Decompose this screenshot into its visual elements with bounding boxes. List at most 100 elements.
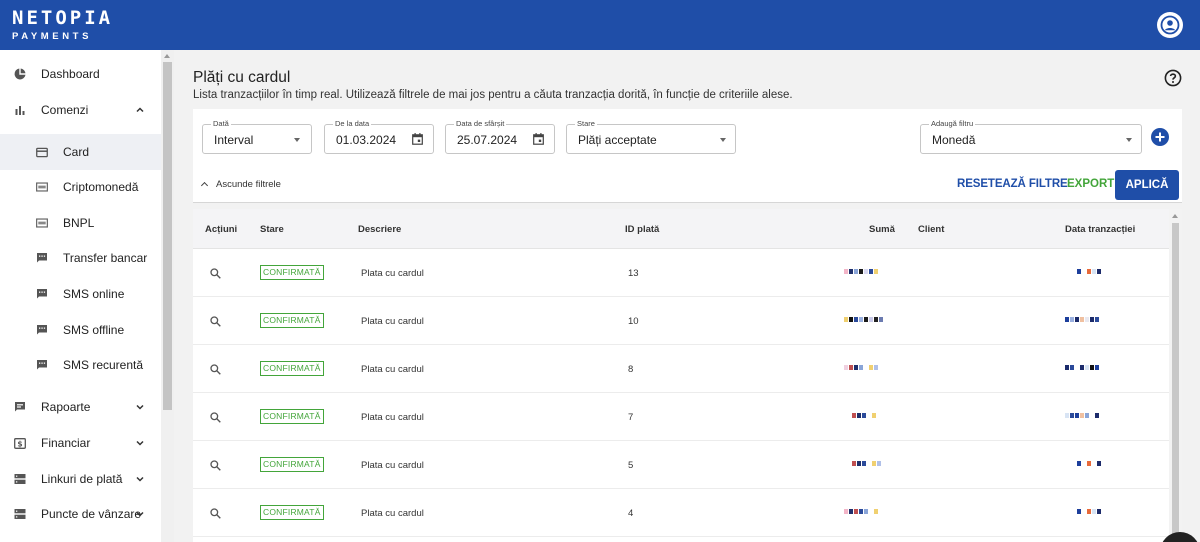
col-actions[interactable]: Acțiuni (205, 224, 237, 235)
calendar-icon[interactable] (412, 133, 423, 145)
sidebar-item-label: Criptomonedă (63, 180, 139, 194)
payment-id-cell: 10 (628, 316, 639, 327)
dropdown-arrow-icon (294, 138, 300, 142)
sidebar-item-transfer-bancar[interactable]: Transfer bancar (0, 240, 161, 276)
table-row[interactable]: CONFIRMATĂ Plata cu cardul 8 (193, 345, 1169, 393)
page-subtitle: Lista tranzacțiilor în timp real. Utiliz… (193, 89, 793, 101)
table-scroll-up-icon[interactable] (1172, 214, 1178, 218)
sidebar-item-dashboard[interactable]: Dashboard (0, 56, 161, 92)
transactions-table: Acțiuni Stare Descriere ID plată Sumă Cl… (193, 209, 1182, 542)
description-cell: Plata cu cardul (361, 268, 424, 279)
sidebar-item-label: Linkuri de plată (41, 472, 123, 486)
sidebar-item-criptomoneda[interactable]: Criptomonedă (0, 169, 161, 205)
sidebar-item-label: Financiar (41, 436, 91, 450)
sidebar-item-card[interactable]: Card (0, 134, 161, 170)
crypto-icon (36, 181, 48, 193)
sidebar-item-comenzi[interactable]: Comenzi (0, 92, 161, 128)
hide-filters-toggle[interactable]: Ascunde filtrele (200, 179, 281, 190)
export-button[interactable]: EXPORT (1067, 178, 1114, 190)
sidebar: Dashboard Comenzi Card Criptomonedă BNPL… (0, 50, 161, 542)
bnpl-icon (36, 217, 48, 229)
sidebar-item-label: BNPL (63, 216, 95, 230)
col-status[interactable]: Stare (260, 224, 284, 235)
date-redacted (1077, 269, 1101, 275)
sidebar-item-label: Puncte de vânzare (41, 507, 142, 521)
search-icon[interactable] (210, 268, 221, 279)
add-filter-select[interactable]: Adaugă filtru Monedă (920, 119, 1142, 154)
chevron-down-icon (136, 476, 144, 482)
account-button[interactable] (1157, 12, 1183, 38)
table-row[interactable]: CONFIRMATĂ Plata cu cardul 5 (193, 441, 1169, 489)
amount-redacted (844, 269, 878, 275)
sidebar-scroll-thumb[interactable] (163, 62, 172, 410)
plus-icon (1155, 132, 1165, 142)
col-amount[interactable]: Sumă (869, 224, 895, 235)
sidebar-item-sms-online[interactable]: SMS online (0, 276, 161, 312)
start-date-field[interactable]: De la data 01.03.2024 (324, 119, 434, 154)
table-row[interactable]: CONFIRMATĂ Plata cu cardul 13 (193, 249, 1169, 297)
end-date-label: Data de sfârșit (454, 119, 507, 129)
search-icon[interactable] (210, 508, 221, 519)
search-icon[interactable] (210, 364, 221, 375)
date-redacted (1065, 317, 1099, 323)
sidebar-item-rapoarte[interactable]: Rapoarte (0, 389, 161, 425)
message-icon (36, 252, 48, 264)
amount-redacted (844, 365, 878, 371)
logo-line1: NETOPIA (12, 7, 114, 29)
sidebar-item-label: SMS online (63, 287, 125, 301)
status-label: Stare (575, 119, 597, 129)
payment-id-cell: 5 (628, 460, 634, 471)
description-cell: Plata cu cardul (361, 460, 424, 471)
bar-chart-icon (14, 104, 26, 116)
sidebar-item-label: SMS offline (63, 323, 125, 337)
netopia-logo[interactable]: NETOPIA PAYMENTS (12, 8, 113, 42)
description-cell: Plata cu cardul (361, 412, 424, 423)
help-icon[interactable] (1164, 69, 1182, 87)
message-icon (36, 324, 48, 336)
reset-filters-button[interactable]: RESETEAZĂ FILTRE (957, 178, 1068, 190)
table-row[interactable]: CONFIRMATĂ Plata cu cardul 7 (193, 393, 1169, 441)
chevron-down-icon (136, 511, 144, 517)
col-description[interactable]: Descriere (358, 224, 401, 235)
search-icon[interactable] (210, 460, 221, 471)
sidebar-item-sms-offline[interactable]: SMS offline (0, 312, 161, 348)
add-filter-button[interactable] (1151, 128, 1169, 146)
sidebar-item-financiar[interactable]: $ Financiar (0, 425, 161, 461)
date-type-select[interactable]: Dată Interval (202, 119, 312, 154)
status-select[interactable]: Stare Plăți acceptate (566, 119, 736, 154)
sidebar-item-linkuri-de-plata[interactable]: Linkuri de plată (0, 461, 161, 497)
table-scroll-thumb[interactable] (1172, 223, 1179, 542)
sidebar-scroll-up-icon[interactable] (164, 54, 170, 58)
chevron-down-icon (136, 440, 144, 446)
table-header: Acțiuni Stare Descriere ID plată Sumă Cl… (193, 209, 1169, 249)
col-payment-id[interactable]: ID plată (625, 224, 659, 235)
date-type-label: Dată (211, 119, 231, 129)
add-filter-value: Monedă (932, 133, 976, 147)
date-redacted (1065, 413, 1099, 419)
amount-redacted (852, 413, 876, 419)
apply-label: APLICĂ (1125, 179, 1169, 191)
sidebar-item-sms-recurenta[interactable]: SMS recurentă (0, 347, 161, 383)
sidebar-item-puncte-de-vanzare[interactable]: Puncte de vânzare (0, 496, 161, 532)
dropdown-arrow-icon (720, 138, 726, 142)
end-date-value: 25.07.2024 (457, 133, 518, 147)
col-client[interactable]: Client (918, 224, 944, 235)
sidebar-item-bnpl[interactable]: BNPL (0, 205, 161, 241)
apply-button[interactable]: APLICĂ (1115, 170, 1179, 200)
amount-redacted (844, 317, 883, 323)
end-date-field[interactable]: Data de sfârșit 25.07.2024 (445, 119, 555, 154)
date-redacted (1065, 365, 1099, 371)
payment-id-cell: 13 (628, 268, 639, 279)
search-icon[interactable] (210, 316, 221, 327)
table-row[interactable]: CONFIRMATĂ Plata cu cardul 4 (193, 489, 1169, 537)
payment-id-cell: 8 (628, 364, 634, 375)
chevron-down-icon (136, 404, 144, 410)
table-row[interactable]: CONFIRMATĂ Plata cu cardul 10 (193, 297, 1169, 345)
message-icon (36, 288, 48, 300)
search-icon[interactable] (210, 412, 221, 423)
table-scrollbar[interactable] (1169, 209, 1182, 542)
pos-icon (14, 508, 26, 520)
col-date[interactable]: Data tranzacției (1065, 224, 1135, 235)
calendar-icon[interactable] (533, 133, 544, 145)
sidebar-item-label: Comenzi (41, 103, 89, 117)
